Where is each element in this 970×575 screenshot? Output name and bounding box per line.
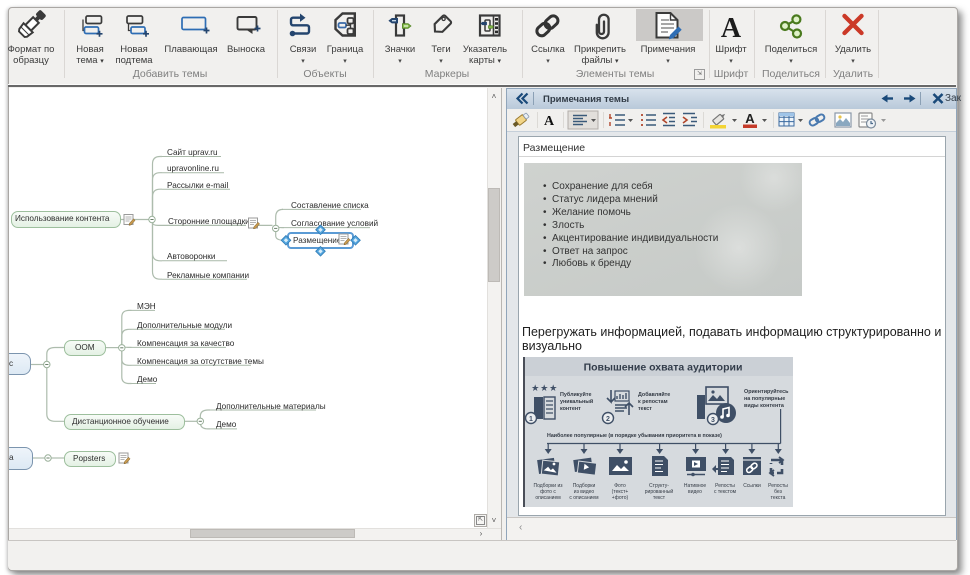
svg-text:уникальный: уникальный [560,398,593,405]
svg-text:текст: текст [638,406,652,412]
svg-text:A: A [544,114,555,129]
svg-text:2: 2 [606,416,610,423]
svg-text:к репостам: к репостам [638,399,668,405]
svg-text:1: 1 [529,416,533,423]
svg-text:Повышение охвата аудитории: Повышение охвата аудитории [584,362,743,374]
svg-text:текста: текста [771,495,786,501]
svg-text:Добавляйте: Добавляйте [638,391,670,398]
svg-text:Ориентируйтесь: Ориентируйтесь [744,388,789,395]
svg-text:Наиболее популярные (в порядке: Наиболее популярные (в порядке убывания … [547,432,722,439]
svg-text:на популярные: на популярные [744,396,785,402]
svg-text:с описанием: с описанием [569,495,599,501]
svg-text:видео: видео [688,489,702,495]
svg-text:описанием: описанием [535,495,561,501]
svg-text:A: A [745,111,755,126]
svg-text:рированный: рированный [645,488,674,495]
svg-text:Ссылки: Ссылки [743,483,761,489]
svg-text:с текстом: с текстом [714,489,737,495]
svg-text:виды контента: виды контента [744,403,785,409]
svg-text:A: A [721,13,742,44]
svg-text:текст: текст [653,495,666,501]
svg-text:контент: контент [560,406,581,412]
svg-text:3: 3 [711,417,715,424]
svg-text:+фото): +фото) [612,495,629,501]
svg-text:Публикуйте: Публикуйте [560,391,591,398]
